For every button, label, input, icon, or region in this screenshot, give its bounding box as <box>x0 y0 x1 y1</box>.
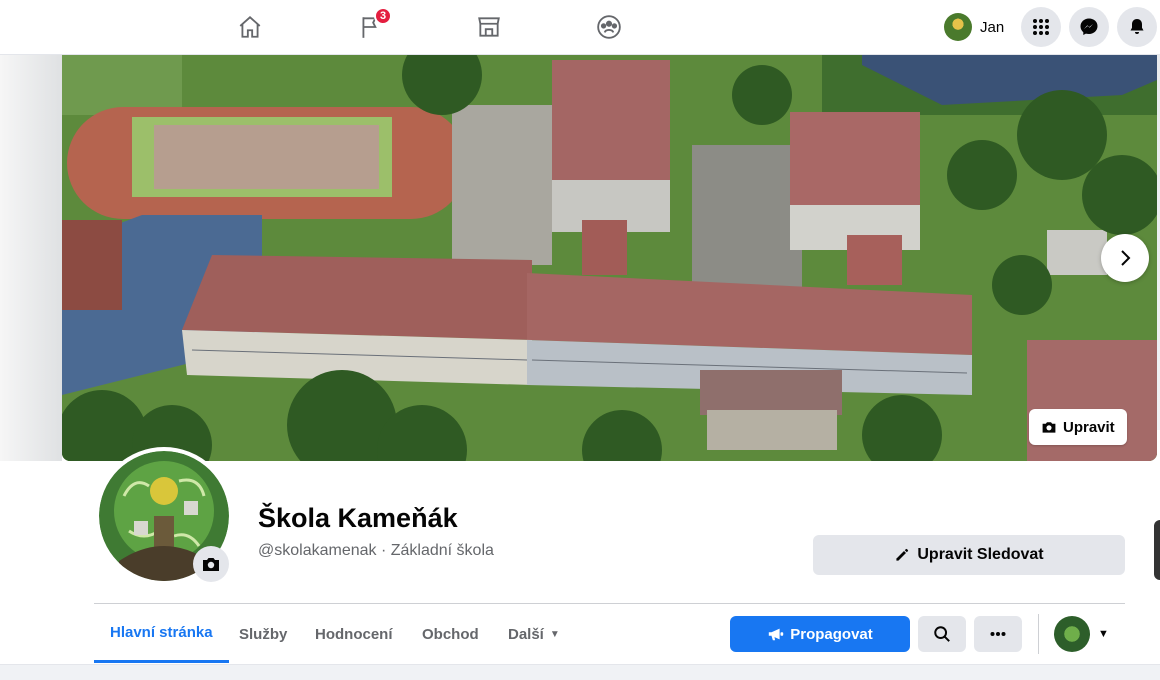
profile-divider <box>94 603 1125 604</box>
tab-label: Služby <box>239 625 288 643</box>
search-icon <box>934 626 950 642</box>
notification-badge: 3 <box>374 7 392 25</box>
notifications-button[interactable] <box>1117 7 1157 47</box>
tab-more[interactable]: Další ▼ <box>492 605 576 663</box>
megaphone-icon <box>769 628 784 641</box>
tab-home[interactable]: Hlavní stránka <box>94 605 229 663</box>
bell-icon <box>1130 19 1144 34</box>
caret-down-icon: ▼ <box>1098 628 1109 640</box>
profile-chip[interactable]: Jan <box>938 8 1010 46</box>
home-icon <box>239 16 261 38</box>
search-button[interactable] <box>918 616 966 652</box>
camera-icon <box>1042 422 1056 433</box>
edit-cover-label: Upravit <box>1063 418 1115 436</box>
cover-photo <box>62 55 1157 461</box>
promote-label: Propagovat <box>790 625 873 643</box>
page-subtitle: @skolakamenak · Základní škola <box>258 542 494 559</box>
edge-overlay <box>1154 520 1160 580</box>
tab-shop[interactable]: Obchod <box>406 605 495 663</box>
groups-icon <box>597 15 621 39</box>
feed-background <box>0 664 1160 680</box>
more-icon <box>990 632 1006 636</box>
edit-follow-button[interactable]: Upravit Sledovat <box>813 535 1125 575</box>
tab-label: Další <box>508 625 544 643</box>
page-avatar <box>1054 616 1090 652</box>
more-options-button[interactable] <box>974 616 1022 652</box>
menu-button[interactable] <box>1021 7 1061 47</box>
tab-label: Obchod <box>422 625 479 643</box>
pencil-icon <box>896 548 909 561</box>
messenger-button[interactable] <box>1069 7 1109 47</box>
tab-services[interactable]: Služby <box>223 605 303 663</box>
tab-label: Hodnocení <box>315 625 393 643</box>
user-name: Jan <box>980 18 1005 36</box>
promote-button[interactable]: Propagovat <box>730 616 910 652</box>
edit-follow-label: Upravit Sledovat <box>917 546 1044 563</box>
edit-profile-picture-button[interactable] <box>193 546 229 582</box>
cover-left-shade <box>0 55 62 461</box>
nav-groups[interactable] <box>579 6 639 48</box>
camera-icon <box>203 558 219 571</box>
avatar <box>944 13 972 41</box>
chevron-right-icon <box>1121 250 1131 266</box>
tab-reviews[interactable]: Hodnocení <box>299 605 409 663</box>
action-divider <box>1038 614 1039 654</box>
edit-cover-button[interactable]: Upravit <box>1029 409 1127 445</box>
cover-next-button[interactable] <box>1101 234 1149 282</box>
nav-home[interactable] <box>220 6 280 48</box>
top-navigation-bar: 3 Jan <box>0 0 1160 55</box>
caret-down-icon: ▼ <box>549 628 560 640</box>
grid-menu-icon <box>1033 19 1049 35</box>
cover-image-school-aerial <box>62 55 1157 461</box>
account-switcher[interactable]: ▼ <box>1054 616 1109 652</box>
nav-marketplace[interactable] <box>459 6 519 48</box>
store-icon <box>478 17 500 37</box>
nav-pages[interactable]: 3 <box>341 6 401 48</box>
tab-label: Hlavní stránka <box>110 624 213 641</box>
messenger-icon <box>1080 18 1098 35</box>
page-title: Škola Kameňák <box>258 503 458 533</box>
